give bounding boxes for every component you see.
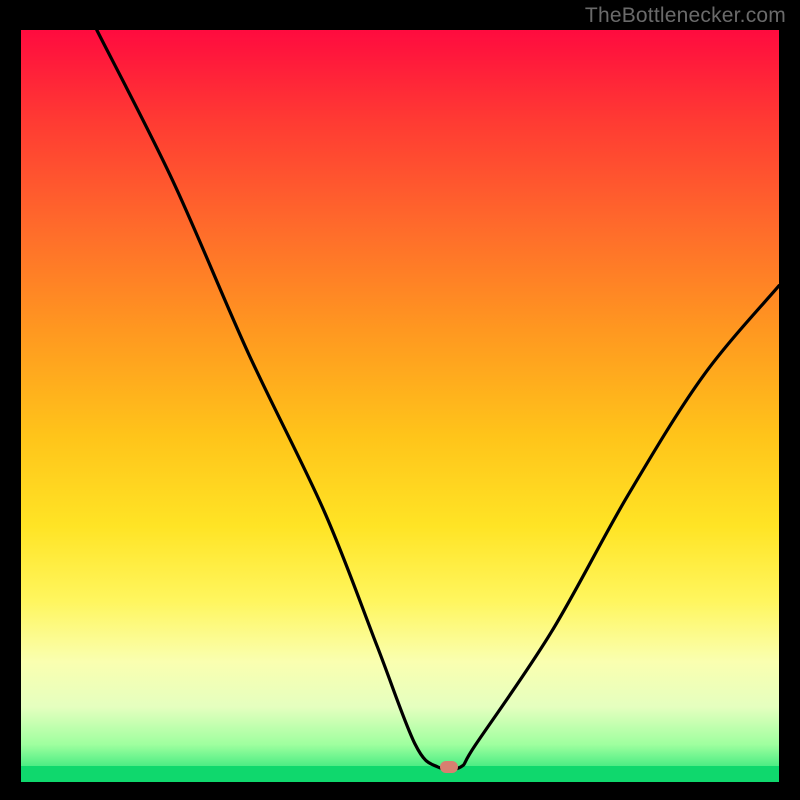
gradient-plot-area [21,30,779,782]
attribution-link[interactable]: TheBottlenecker.com [585,4,786,28]
chart-container: TheBottlenecker.com [0,0,800,800]
optimal-point-marker [440,761,458,773]
bottleneck-curve [21,30,779,782]
